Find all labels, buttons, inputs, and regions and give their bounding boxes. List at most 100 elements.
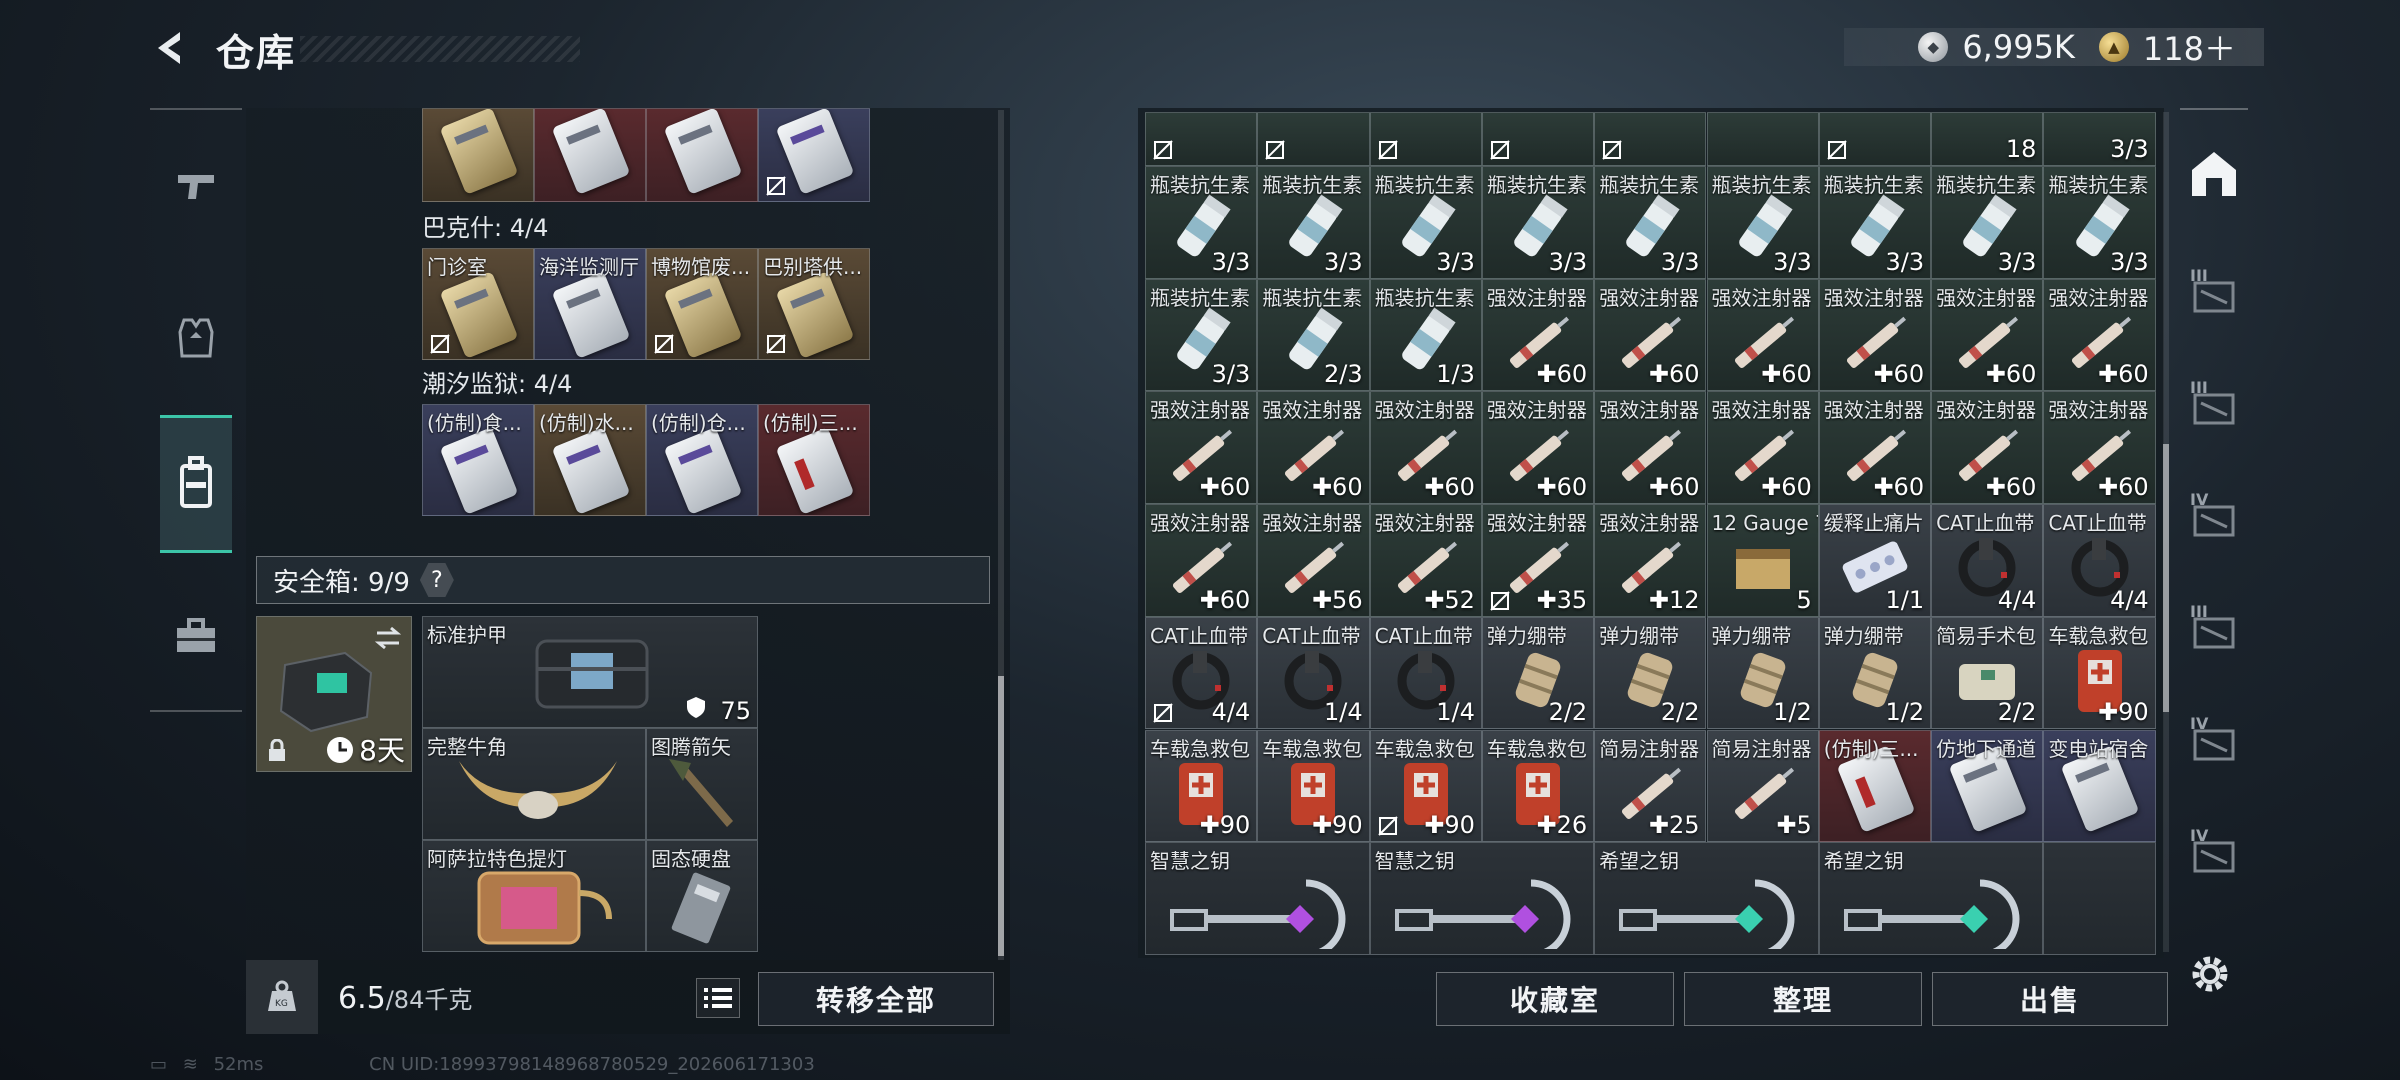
grid-item[interactable]: 强效注射器 ✚60 — [1145, 391, 1258, 505]
stash-tab[interactable]: III — [2186, 378, 2242, 434]
nav-equipment[interactable] — [160, 302, 232, 374]
safe-item[interactable]: 固态硬盘 — [646, 840, 758, 952]
grid-item[interactable]: 强效注射器 ✚35 — [1481, 504, 1595, 617]
grid-item[interactable]: 强效注射器 ✚60 — [1931, 278, 2044, 392]
grid-item[interactable]: CAT止血带 1/4 — [1369, 616, 1482, 730]
grid-item[interactable] — [1369, 112, 1482, 166]
grid-item[interactable]: 车载急救包 ✚90 — [2043, 616, 2156, 730]
keycard-item[interactable]: 巴别塔供... — [758, 248, 870, 360]
sell-button[interactable]: 出售 — [1932, 972, 2168, 1026]
keycard-slot[interactable] — [646, 108, 758, 202]
grid-item[interactable]: 3/3 — [2043, 112, 2156, 166]
grid-item[interactable]: 12 Gauge 7.5独头弹 5 — [1706, 504, 1819, 617]
grid-item[interactable]: 强效注射器 ✚60 — [1706, 391, 1819, 505]
grid-item[interactable]: 瓶装抗生素 3/3 — [1931, 166, 2044, 279]
grid-item[interactable]: 强效注射器 ✚56 — [1257, 504, 1370, 617]
keycard-item[interactable]: 门诊室 — [422, 248, 534, 360]
grid-item[interactable]: 车载急救包 ✚90 — [1369, 729, 1482, 843]
grid-item[interactable]: 缓释止痛片 1/1 — [1818, 504, 1932, 617]
keycard-item[interactable]: 博物馆废... — [646, 248, 758, 360]
nav-storage[interactable] — [160, 415, 232, 553]
organize-button[interactable]: 整理 — [1684, 972, 1922, 1026]
grid-item[interactable]: CAT止血带 4/4 — [2043, 504, 2156, 617]
key-item[interactable]: 希望之钥 — [1594, 842, 1819, 955]
grid-item[interactable]: 强效注射器 ✚60 — [1481, 278, 1595, 392]
safe-item[interactable]: 图腾箭矢 — [646, 728, 758, 840]
grid-item[interactable]: 简易注射器 ✚5 — [1706, 729, 1819, 843]
grid-item[interactable]: 变电站宿舍 — [2043, 729, 2156, 843]
grid-item[interactable]: 瓶装抗生素 1/3 — [1369, 278, 1482, 392]
stash-tab[interactable]: III — [2186, 266, 2242, 322]
safe-item[interactable]: 完整牛角 — [422, 728, 646, 840]
key-item[interactable]: 希望之钥 — [1818, 842, 2044, 955]
grid-item[interactable]: 强效注射器 ✚60 — [1369, 391, 1482, 505]
grid-item[interactable]: CAT止血带 4/4 — [1931, 504, 2044, 617]
stash-tab[interactable]: IV — [2186, 826, 2242, 882]
grid-item[interactable]: 强效注射器 ✚60 — [1818, 391, 1932, 505]
grid-item[interactable]: 强效注射器 ✚60 — [1594, 278, 1707, 392]
stash-tab-main[interactable] — [2186, 146, 2242, 202]
grid-item[interactable]: 18 — [1931, 112, 2044, 166]
grid-item[interactable]: 车载急救包 ✚26 — [1481, 729, 1595, 843]
right-scrollbar-thumb[interactable] — [2163, 444, 2169, 712]
safe-item[interactable]: 阿萨拉特色提灯 — [422, 840, 646, 952]
grid-item[interactable]: 瓶装抗生素 3/3 — [1145, 166, 1258, 279]
grid-item[interactable]: 弹力绷带 1/2 — [1706, 616, 1819, 730]
grid-item[interactable]: 强效注射器 ✚60 — [1481, 391, 1595, 505]
help-button[interactable]: ? — [419, 563, 454, 597]
gold-balance[interactable]: 118＋ — [2143, 24, 2236, 70]
grid-item[interactable] — [1145, 112, 1258, 166]
stash-tab[interactable]: IV — [2186, 490, 2242, 546]
settings-button[interactable] — [2186, 950, 2234, 998]
keycard-item[interactable]: (仿制)仓... — [646, 404, 758, 516]
grid-item[interactable]: 瓶装抗生素 3/3 — [1818, 166, 1932, 279]
grid-item[interactable]: CAT止血带 1/4 — [1257, 616, 1370, 730]
keycard-item[interactable]: 海洋监测厅 — [534, 248, 646, 360]
grid-item[interactable]: 瓶装抗生素 2/3 — [1257, 278, 1370, 392]
grid-item[interactable] — [1481, 112, 1595, 166]
keycard-slot[interactable] — [422, 108, 534, 202]
key-item[interactable]: 智慧之钥 — [1369, 842, 1595, 955]
list-view-button[interactable] — [696, 978, 740, 1018]
grid-item[interactable] — [1594, 112, 1707, 166]
key-item[interactable]: 智慧之钥 — [1145, 842, 1370, 955]
grid-item[interactable]: (仿制)三... — [1818, 729, 1932, 843]
keycard-slot[interactable] — [758, 108, 870, 202]
grid-item[interactable]: 强效注射器 ✚12 — [1594, 504, 1707, 617]
grid-item[interactable]: 强效注射器 ✚60 — [1706, 278, 1819, 392]
nav-toolbox[interactable] — [160, 600, 232, 672]
grid-item[interactable]: 强效注射器 ✚60 — [1257, 391, 1370, 505]
grid-item[interactable]: 简易注射器 ✚25 — [1594, 729, 1707, 843]
grid-item[interactable]: 弹力绷带 2/2 — [1481, 616, 1595, 730]
collection-room-button[interactable]: 收藏室 — [1436, 972, 1674, 1026]
grid-item[interactable]: 弹力绷带 1/2 — [1818, 616, 1932, 730]
grid-item[interactable]: 瓶装抗生素 3/3 — [1594, 166, 1707, 279]
grid-item[interactable]: 弹力绷带 2/2 — [1594, 616, 1707, 730]
grid-item[interactable]: 仿地下通道 — [1931, 729, 2044, 843]
transfer-all-button[interactable]: 转移全部 — [758, 972, 994, 1026]
back-button[interactable] — [150, 28, 190, 68]
swap-icon[interactable] — [373, 625, 403, 651]
grid-item[interactable]: 瓶装抗生素 3/3 — [1481, 166, 1595, 279]
grid-item[interactable]: 瓶装抗生素 3/3 — [1145, 278, 1258, 392]
grid-item[interactable] — [1818, 112, 1932, 166]
nav-weapons[interactable] — [160, 150, 232, 222]
grid-item[interactable] — [1257, 112, 1370, 166]
grid-item[interactable]: 车载急救包 ✚90 — [1257, 729, 1370, 843]
safe-item[interactable]: 标准护甲 75 — [422, 616, 758, 728]
stash-tab[interactable]: IV — [2186, 714, 2242, 770]
grid-item[interactable]: 强效注射器 ✚60 — [2043, 278, 2156, 392]
grid-item[interactable]: 瓶装抗生素 3/3 — [1706, 166, 1819, 279]
keycard-slot[interactable] — [534, 108, 646, 202]
grid-item[interactable]: 强效注射器 ✚60 — [1931, 391, 2044, 505]
grid-item[interactable]: 瓶装抗生素 3/3 — [2043, 166, 2156, 279]
stash-tab[interactable]: III — [2186, 602, 2242, 658]
grid-item[interactable]: 强效注射器 ✚60 — [2043, 391, 2156, 505]
grid-item[interactable]: 强效注射器 ✚60 — [1594, 391, 1707, 505]
grid-item[interactable] — [1706, 112, 1819, 166]
grid-item[interactable]: CAT止血带 4/4 — [1145, 616, 1258, 730]
grid-item[interactable]: 瓶装抗生素 3/3 — [1369, 166, 1482, 279]
grid-item[interactable]: 强效注射器 ✚60 — [1145, 504, 1258, 617]
keycard-item[interactable]: (仿制)三... — [758, 404, 870, 516]
grid-item[interactable]: 瓶装抗生素 3/3 — [1257, 166, 1370, 279]
